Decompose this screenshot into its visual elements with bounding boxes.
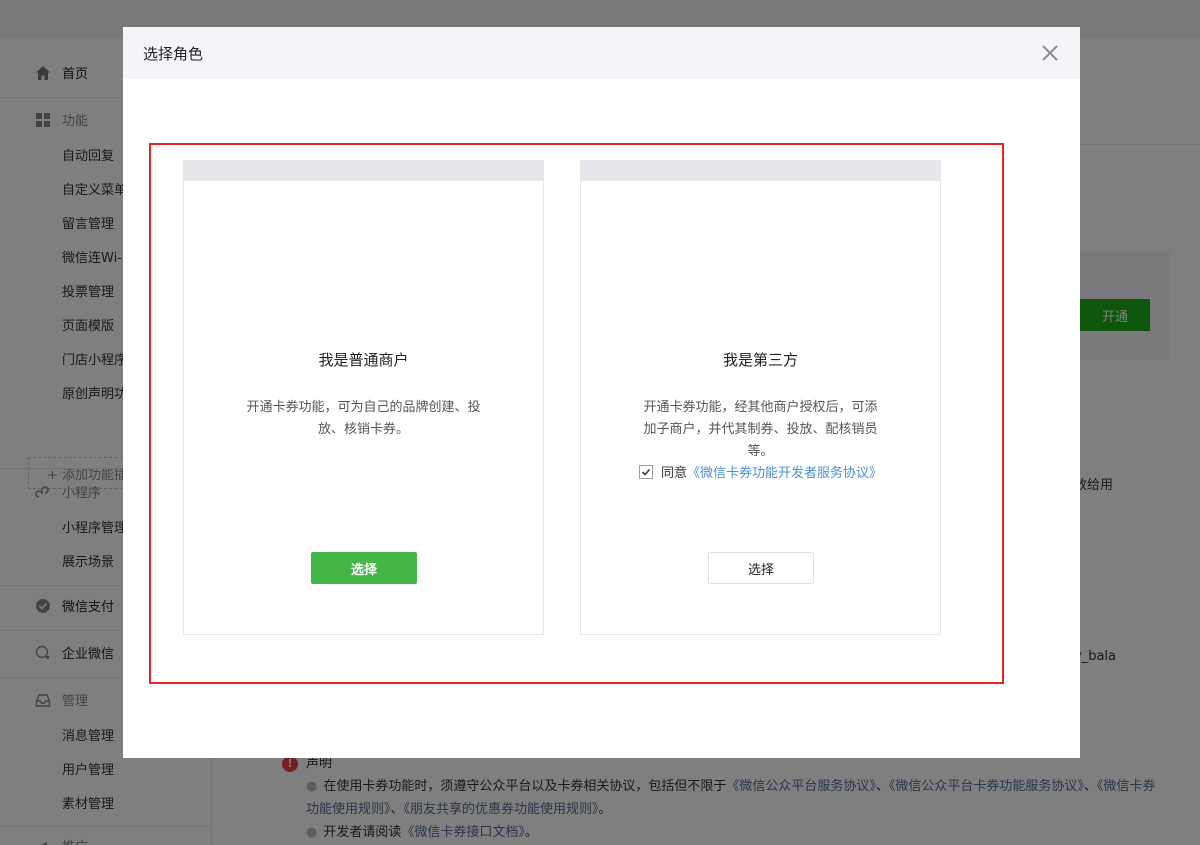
merchant-role-card: 我是普通商户 开通卡券功能，可为自己的品牌创建、投放、核销卡券。 选择 xyxy=(183,160,544,635)
dialog-header: 选择角色 xyxy=(123,27,1080,79)
agreement-row: 同意 《微信卡券功能开发者服务协议》 xyxy=(581,462,940,481)
dialog-title: 选择角色 xyxy=(143,44,204,63)
select-third-party-button[interactable]: 选择 xyxy=(708,552,814,584)
close-icon[interactable] xyxy=(1040,43,1060,63)
agree-checkbox[interactable] xyxy=(638,464,653,479)
checkmark-icon xyxy=(641,468,651,476)
card-header-bar xyxy=(184,161,543,181)
select-merchant-button[interactable]: 选择 xyxy=(311,552,417,584)
third-party-title: 我是第三方 xyxy=(722,351,798,369)
merchant-title: 我是普通商户 xyxy=(318,351,409,369)
third-party-description: 开通卡券功能，经其他商户授权后，可添加子商户，并代其制券、投放、配核销员等。 xyxy=(643,400,878,459)
developer-agreement-link[interactable]: 《微信卡券功能开发者服务协议》 xyxy=(687,462,882,481)
third-party-role-card: 我是第三方 开通卡券功能，经其他商户授权后，可添加子商户，并代其制券、投放、配核… xyxy=(580,160,941,635)
card-header-bar xyxy=(581,161,940,181)
merchant-description: 开通卡券功能，可为自己的品牌创建、投放、核销卡券。 xyxy=(246,400,481,437)
select-role-dialog: 选择角色 我是普通商户 开通卡券功能，可为自己的品牌创建、投放、核销卡券。 选择… xyxy=(123,27,1080,758)
agree-label: 同意 xyxy=(660,466,687,481)
